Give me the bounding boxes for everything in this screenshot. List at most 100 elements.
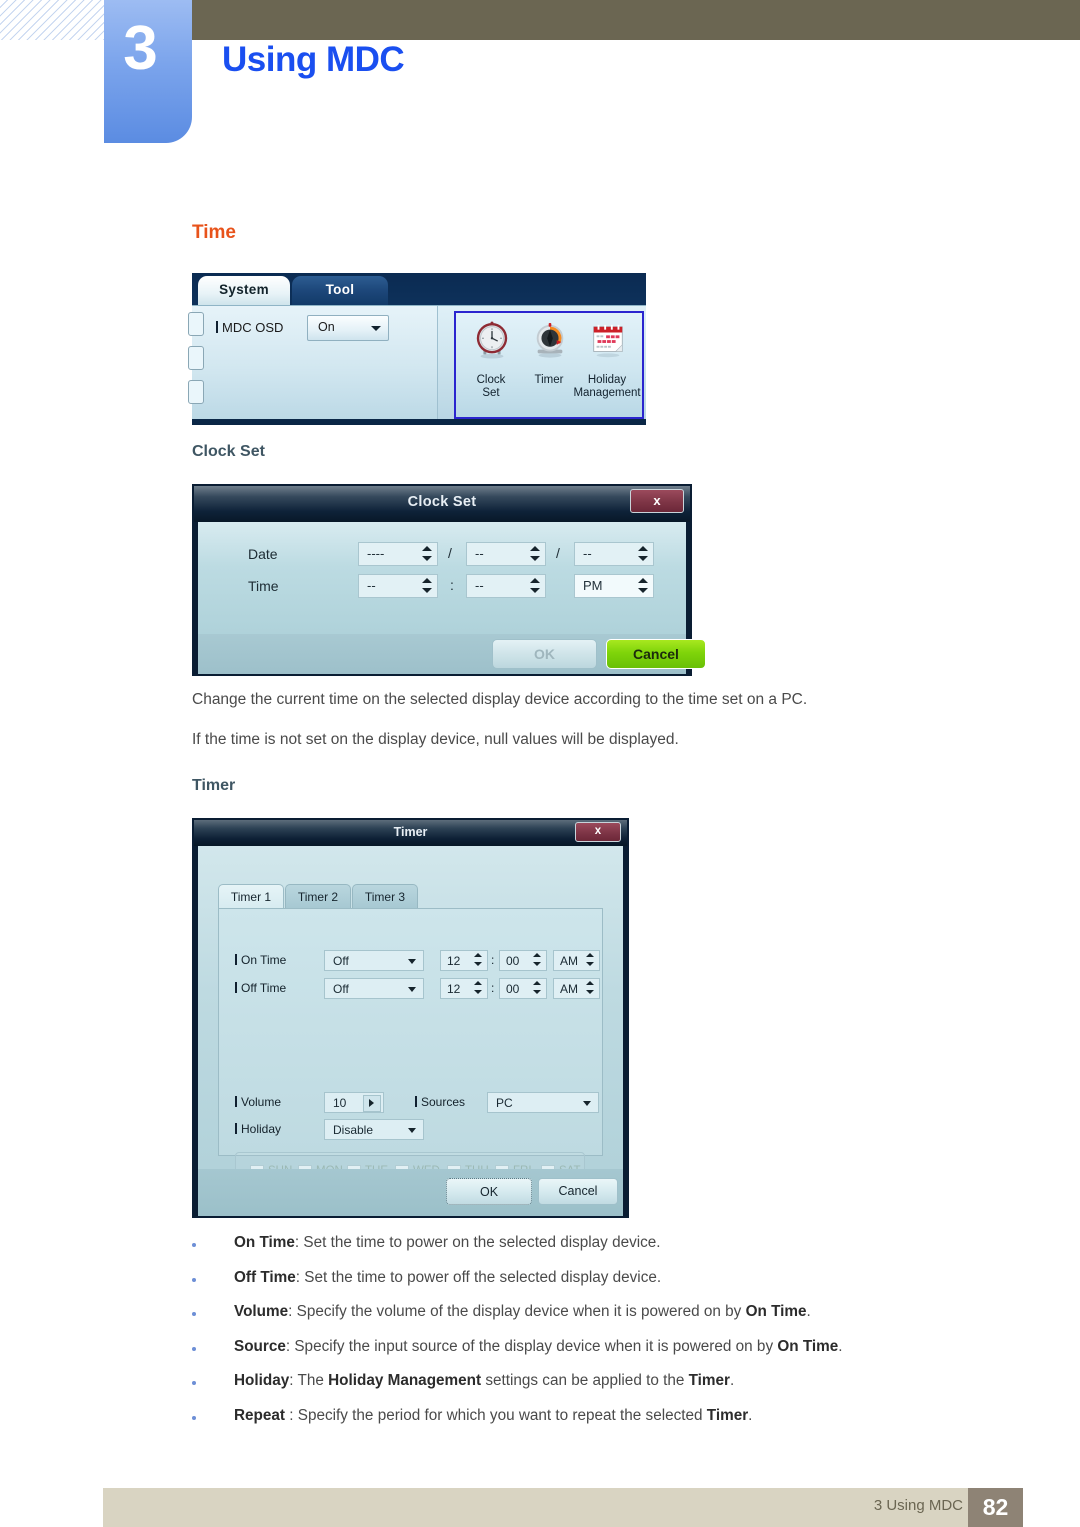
spinner-arrows-icon[interactable] [420,576,435,596]
holiday-value: Disable [333,1123,374,1137]
timer-icon [536,323,564,358]
timer-footer: OK Cancel [198,1169,623,1216]
spinner-arrows-icon[interactable] [420,544,435,564]
mdc-osd-dropdown[interactable]: On [307,315,389,341]
date-year-spinner[interactable]: ---- [358,542,438,566]
timer-body: Timer 1 Timer 2 Timer 3 On Time Off 12 :… [198,846,623,1196]
on-time-hour-spinner[interactable]: 12 [440,950,488,971]
date-separator-1: / [448,545,452,561]
clock-set-ok-button[interactable]: OK [492,639,597,669]
list-item: Off Time: Set the time to power off the … [192,1269,992,1304]
spinner-arrows-icon[interactable] [585,980,597,997]
chevron-down-icon [583,1101,591,1106]
stepper-right-arrow-icon[interactable] [363,1095,381,1112]
clock-set-cancel-button[interactable]: Cancel [606,639,706,669]
spinner-arrows-icon[interactable] [532,980,544,997]
time-meridiem-spinner[interactable]: PM [574,574,654,598]
tab-timer-3[interactable]: Timer 3 [352,884,418,909]
time-minute-spinner[interactable]: -- [466,574,546,598]
tab-system[interactable]: System [198,276,290,305]
spinner-arrows-icon[interactable] [528,576,543,596]
bullet-term-2: On Time [745,1303,807,1321]
off-time-minute-value: 00 [506,982,520,996]
bullet-text-2: . [806,1303,811,1321]
off-time-label: Off Time [235,981,286,995]
toolbar-tabstrip: System Tool [192,273,646,305]
caption-line-2: Set [482,386,500,399]
time-label: Time [248,578,279,594]
bullet-text-2: . [838,1337,843,1355]
section-heading-time: Time [192,222,237,243]
sources-value: PC [496,1096,513,1110]
off-time-state-value: Off [333,982,349,996]
bullet-term-3: Timer [688,1372,730,1390]
date-label: Date [248,546,278,562]
bullet-text-2: settings can be applied to the [481,1372,689,1390]
spinner-arrows-icon[interactable] [636,576,651,596]
clock-set-titlebar: Clock Set x [194,486,690,522]
clock-set-title: Clock Set [407,494,477,510]
tab-timer-1[interactable]: Timer 1 [218,884,284,909]
caption-line-1: Timer [534,374,564,386]
off-time-hour-spinner[interactable]: 12 [440,978,488,999]
time-hour-value: -- [367,578,376,593]
close-icon[interactable]: x [575,822,621,842]
bullet-dot-icon [192,1381,196,1386]
page-title: Using MDC [222,40,405,79]
stub-box [188,346,204,370]
timer-tab-panel: On Time Off 12 : 00 AM Off Time Off 12:… [218,908,603,1196]
spinner-arrows-icon[interactable] [636,544,651,564]
bullet-text: : The [289,1372,329,1390]
timer-ok-button[interactable]: OK [446,1178,532,1205]
calendar-icon [593,324,623,358]
system-settings-panel: MDC OSD On [188,306,438,419]
date-day-spinner[interactable]: -- [574,542,654,566]
timer-dialog-screenshot: Timer x Timer 1 Timer 2 Timer 3 On Time … [192,818,629,1218]
spinner-arrows-icon[interactable] [528,544,543,564]
off-time-state-dropdown[interactable]: Off [324,978,424,999]
on-time-separator: : [491,953,495,967]
sources-label: Sources [415,1095,465,1109]
date-day-value: -- [583,546,592,561]
spinner-arrows-icon[interactable] [532,952,544,969]
time-hour-spinner[interactable]: -- [358,574,438,598]
on-time-hour-value: 12 [447,954,461,968]
on-time-state-dropdown[interactable]: Off [324,950,424,971]
bullet-term-2: On Time [777,1337,839,1355]
toolbar-body: MDC OSD On Clock Set Timer Holiday Manag… [188,305,646,419]
toolbar-screenshot: System Tool MDC OSD On Clock Set Timer H… [188,273,646,425]
bullet-term-2: Holiday Management [328,1372,482,1390]
off-time-meridiem-spinner[interactable]: AM [553,978,600,999]
sources-label-text: Sources [421,1095,466,1109]
stub-box [188,312,204,336]
on-time-minute-spinner[interactable]: 00 [499,950,547,971]
bullet-text: : Specify the volume of the display devi… [288,1303,746,1321]
on-time-meridiem-spinner[interactable]: AM [553,950,600,971]
volume-stepper[interactable]: 10 [324,1092,384,1113]
tab-timer-2[interactable]: Timer 2 [285,884,351,909]
timer-cancel-button[interactable]: Cancel [538,1178,618,1205]
on-time-label-text: On Time [241,953,287,967]
mdc-osd-label: MDC OSD [216,320,283,335]
bullet-text: : Set the time to power on the selected … [294,1234,661,1251]
tab-tool[interactable]: Tool [292,276,388,305]
spinner-arrows-icon[interactable] [473,952,485,969]
bullet-text-2: . [748,1406,753,1424]
spinner-arrows-icon[interactable] [473,980,485,997]
chevron-down-icon [408,987,416,992]
date-month-spinner[interactable]: -- [466,542,546,566]
timer-title: Timer [393,825,428,839]
off-time-minute-spinner[interactable]: 00 [499,978,547,999]
clock-set-dialog-screenshot: Clock Set x Date Time ---- / -- / -- -- … [192,484,706,676]
mdc-osd-label-text: MDC OSD [222,320,284,335]
caption-line-1: Clock [476,374,506,386]
holiday-dropdown[interactable]: Disable [324,1119,424,1140]
bullet-text: : Set the time to power off the selected… [295,1268,662,1286]
sources-dropdown[interactable]: PC [487,1092,599,1113]
close-icon[interactable]: x [630,489,684,513]
spinner-arrows-icon[interactable] [585,952,597,969]
on-time-label: On Time [235,953,286,967]
off-time-hour-value: 12 [447,982,461,996]
bullet-dot-icon [192,1415,196,1420]
paragraph-clock-set-2: If the time is not set on the display de… [192,731,679,748]
